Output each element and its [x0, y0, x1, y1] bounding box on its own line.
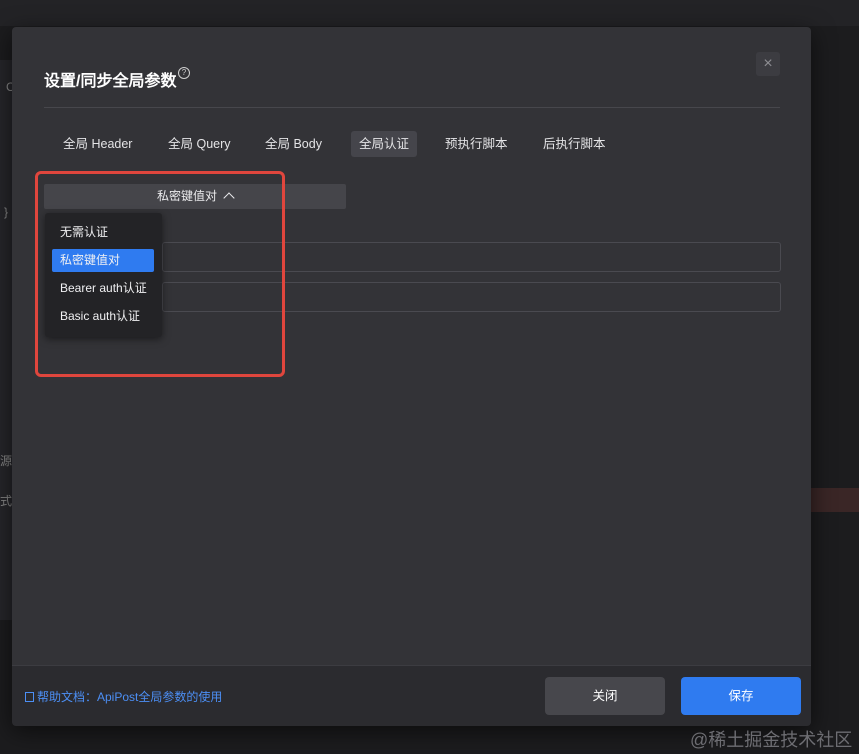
help-doc-text: 帮助文档：ApiPost全局参数的使用 [37, 690, 223, 704]
tab-global-body[interactable]: 全局 Body [257, 131, 330, 157]
background-text: 式 [0, 494, 13, 508]
save-button[interactable]: 保存 [681, 677, 801, 715]
help-doc-link[interactable]: 帮助文档：ApiPost全局参数的使用 [25, 688, 222, 705]
global-params-modal: 设置/同步全局参数 ? × 全局 Header 全局 Query 全局 Body… [12, 27, 811, 726]
background-text: } [4, 205, 9, 219]
watermark: @稀土掘金技术社区 [690, 730, 853, 750]
help-circle-icon[interactable]: ? [178, 67, 190, 79]
tab-global-query[interactable]: 全局 Query [160, 131, 239, 157]
background-text: 源 [0, 454, 13, 468]
document-icon [25, 692, 34, 702]
background-top-strip [0, 0, 859, 26]
close-button[interactable]: 关闭 [545, 677, 665, 715]
tab-pre-script[interactable]: 预执行脚本 [437, 131, 516, 157]
tab-post-script[interactable]: 后执行脚本 [535, 131, 614, 157]
modal-footer: 帮助文档：ApiPost全局参数的使用 关闭 保存 [12, 665, 811, 726]
tab-global-auth[interactable]: 全局认证 [351, 131, 418, 157]
tab-global-header[interactable]: 全局 Header [55, 131, 140, 157]
background-error-strip [811, 488, 859, 512]
background-left-panel [0, 60, 12, 620]
close-icon[interactable]: × [756, 52, 780, 76]
annotation-highlight-box [35, 171, 285, 377]
modal-title: 设置/同步全局参数 [44, 73, 177, 90]
title-divider [44, 107, 780, 108]
